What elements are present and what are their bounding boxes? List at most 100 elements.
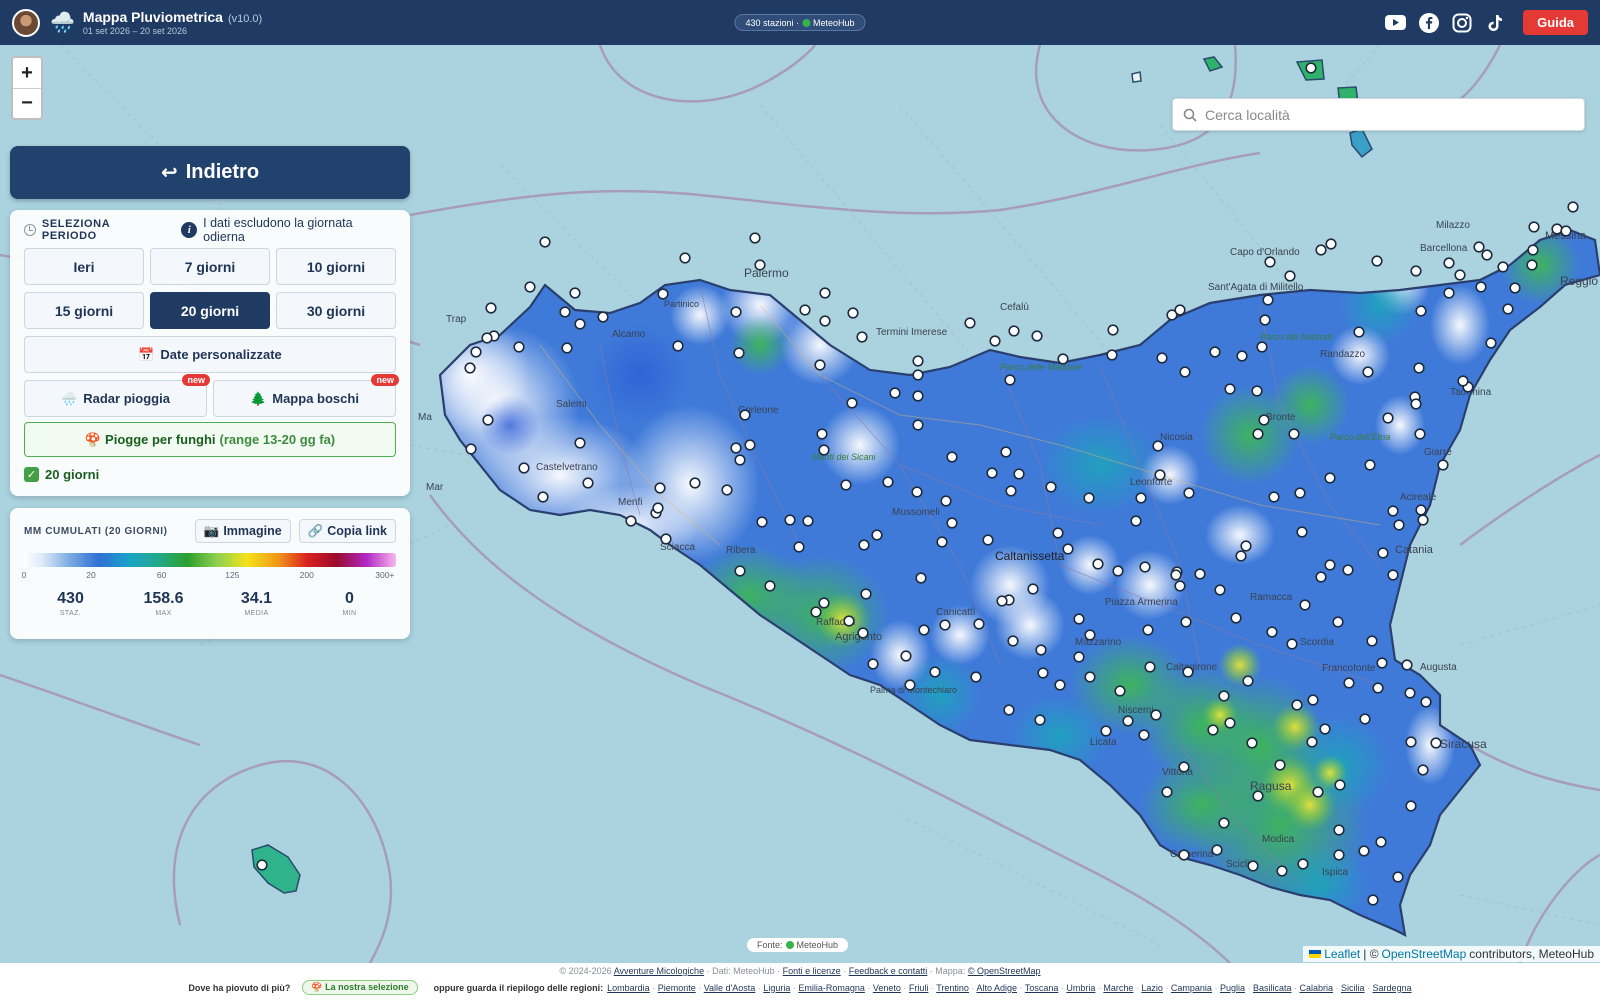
station-marker[interactable] xyxy=(1375,836,1387,848)
back-button[interactable]: ↩ Indietro xyxy=(10,146,410,199)
station-marker[interactable] xyxy=(1288,428,1300,440)
station-marker[interactable] xyxy=(1264,256,1276,268)
station-marker[interactable] xyxy=(1037,667,1049,679)
selection-button[interactable]: 🍄 La nostra selezione xyxy=(302,980,418,995)
station-marker[interactable] xyxy=(1387,505,1399,517)
station-marker[interactable] xyxy=(1551,223,1563,235)
station-marker[interactable] xyxy=(1236,350,1248,362)
station-marker[interactable] xyxy=(574,437,586,449)
station-marker[interactable] xyxy=(964,317,976,329)
station-marker[interactable] xyxy=(1296,526,1308,538)
station-marker[interactable] xyxy=(1240,540,1252,552)
station-marker[interactable] xyxy=(1413,362,1425,374)
station-marker[interactable] xyxy=(802,515,814,527)
station-marker[interactable] xyxy=(1156,352,1168,364)
station-marker[interactable] xyxy=(912,369,924,381)
station-marker[interactable] xyxy=(799,304,811,316)
station-marker[interactable] xyxy=(625,515,637,527)
station-marker[interactable] xyxy=(939,619,951,631)
station-marker[interactable] xyxy=(911,486,923,498)
station-marker[interactable] xyxy=(1417,764,1429,776)
station-marker[interactable] xyxy=(1364,459,1376,471)
station-marker[interactable] xyxy=(840,479,852,491)
station-marker[interactable] xyxy=(1252,428,1264,440)
station-marker[interactable] xyxy=(597,311,609,323)
station-marker[interactable] xyxy=(946,517,958,529)
station-marker[interactable] xyxy=(843,615,855,627)
region-link[interactable]: Sardegna xyxy=(1373,983,1412,993)
station-marker[interactable] xyxy=(1560,225,1572,237)
station-marker[interactable] xyxy=(1251,385,1263,397)
station-marker[interactable] xyxy=(518,462,530,474)
youtube-icon[interactable] xyxy=(1385,12,1407,33)
region-link[interactable]: Calabria xyxy=(1300,983,1334,993)
station-marker[interactable] xyxy=(818,597,830,609)
station-marker[interactable] xyxy=(857,627,869,639)
station-marker[interactable] xyxy=(793,541,805,553)
station-marker[interactable] xyxy=(1073,651,1085,663)
radar-button[interactable]: 🌧️ Radar pioggia new xyxy=(24,374,210,417)
info-icon[interactable]: i xyxy=(181,222,198,238)
station-marker[interactable] xyxy=(1242,675,1254,687)
site-link[interactable]: Avventure Micologiche xyxy=(614,966,704,976)
station-marker[interactable] xyxy=(819,315,831,327)
station-marker[interactable] xyxy=(1161,786,1173,798)
station-marker[interactable] xyxy=(1497,261,1509,273)
station-marker[interactable] xyxy=(652,502,664,514)
region-link[interactable]: Emilia-Romagna xyxy=(798,983,865,993)
station-marker[interactable] xyxy=(1000,446,1012,458)
station-marker[interactable] xyxy=(1415,305,1427,317)
station-marker[interactable] xyxy=(856,331,868,343)
station-marker[interactable] xyxy=(734,565,746,577)
station-marker[interactable] xyxy=(1392,871,1404,883)
station-marker[interactable] xyxy=(1367,894,1379,906)
station-marker[interactable] xyxy=(1052,527,1064,539)
station-marker[interactable] xyxy=(1174,580,1186,592)
station-marker[interactable] xyxy=(1150,709,1162,721)
station-marker[interactable] xyxy=(754,259,766,271)
station-marker[interactable] xyxy=(1297,858,1309,870)
period-button-ieri[interactable]: Ieri xyxy=(24,248,144,285)
station-marker[interactable] xyxy=(1100,725,1112,737)
station-marker[interactable] xyxy=(1003,704,1015,716)
period-button-10[interactable]: 10 giorni xyxy=(276,248,396,285)
mushroom-rain-button[interactable]: 🍄 Piogge per funghi (range 13-20 gg fa) xyxy=(24,422,396,457)
station-marker[interactable] xyxy=(485,302,497,314)
station-marker[interactable] xyxy=(810,606,822,618)
sources-link[interactable]: Fonti e licenze xyxy=(783,966,841,976)
station-marker[interactable] xyxy=(1084,671,1096,683)
station-marker[interactable] xyxy=(1405,736,1417,748)
station-marker[interactable] xyxy=(733,347,745,359)
station-marker[interactable] xyxy=(858,539,870,551)
station-marker[interactable] xyxy=(1502,303,1514,315)
station-marker[interactable] xyxy=(1410,265,1422,277)
station-marker[interactable] xyxy=(986,467,998,479)
station-marker[interactable] xyxy=(1324,559,1336,571)
station-marker[interactable] xyxy=(818,444,830,456)
station-marker[interactable] xyxy=(559,306,571,318)
station-marker[interactable] xyxy=(1342,564,1354,576)
station-marker[interactable] xyxy=(537,491,549,503)
station-marker[interactable] xyxy=(1457,375,1469,387)
station-marker[interactable] xyxy=(1420,696,1432,708)
station-marker[interactable] xyxy=(973,618,985,630)
station-marker[interactable] xyxy=(524,281,536,293)
station-marker[interactable] xyxy=(1481,249,1493,261)
station-marker[interactable] xyxy=(1230,612,1242,624)
station-marker[interactable] xyxy=(721,484,733,496)
station-marker[interactable] xyxy=(256,859,268,871)
station-marker[interactable] xyxy=(1359,713,1371,725)
station-marker[interactable] xyxy=(1252,790,1264,802)
station-marker[interactable] xyxy=(1035,644,1047,656)
period-button-30[interactable]: 30 giorni xyxy=(276,292,396,329)
station-marker[interactable] xyxy=(1404,687,1416,699)
region-link[interactable]: Campania xyxy=(1171,983,1212,993)
station-marker[interactable] xyxy=(970,671,982,683)
station-marker[interactable] xyxy=(1417,514,1429,526)
station-marker[interactable] xyxy=(1528,221,1540,233)
station-marker[interactable] xyxy=(1182,666,1194,678)
station-marker[interactable] xyxy=(1135,492,1147,504)
station-marker[interactable] xyxy=(689,477,701,489)
station-marker[interactable] xyxy=(1333,824,1345,836)
station-marker[interactable] xyxy=(871,529,883,541)
